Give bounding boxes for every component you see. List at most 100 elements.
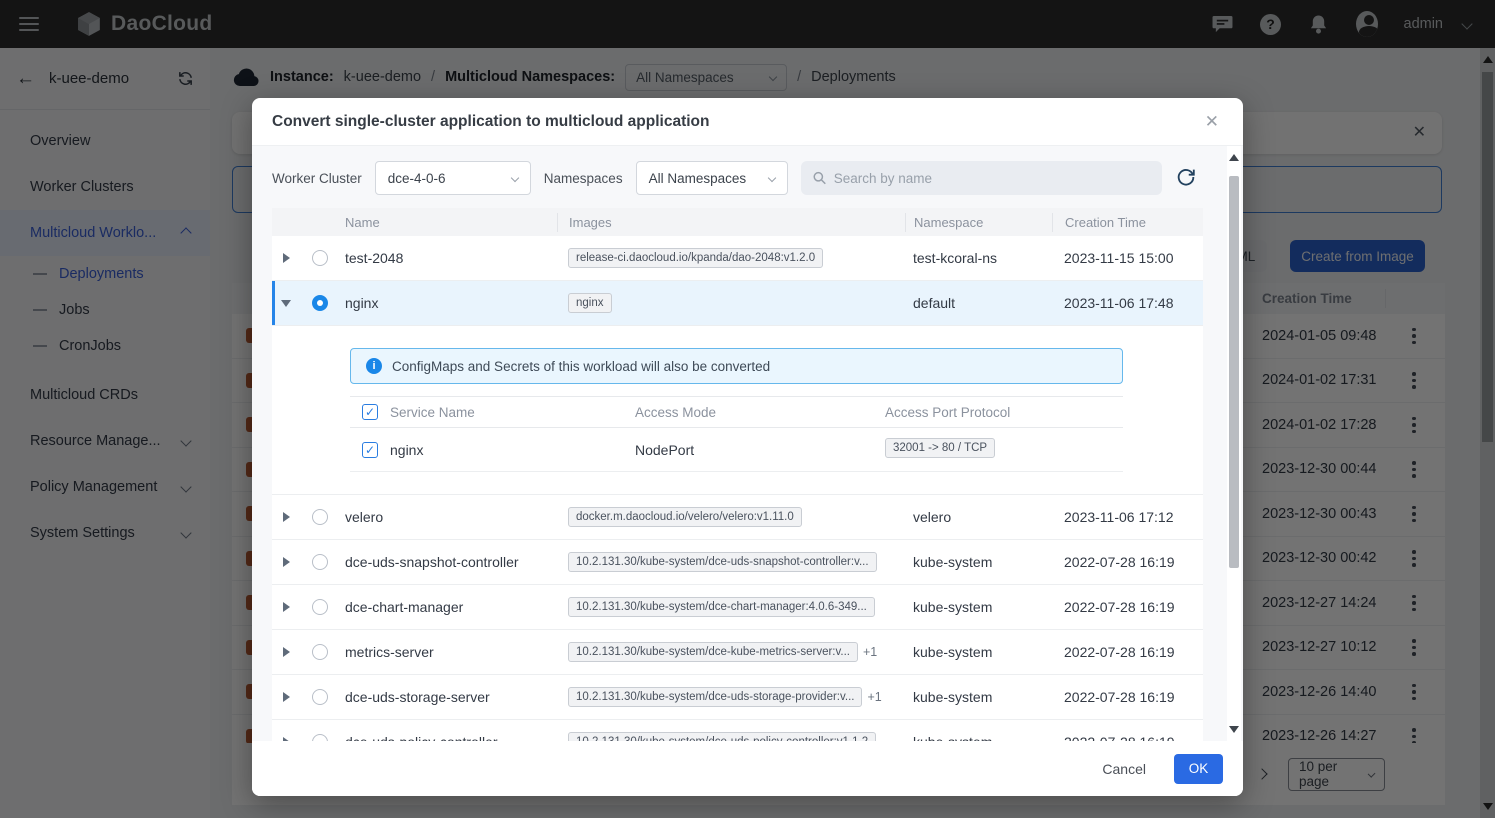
image-chip: 10.2.131.30/kube-system/dce-uds-snapshot…: [568, 552, 877, 572]
modal-filters: Worker Cluster dce-4-0-6 Namespaces All …: [252, 146, 1243, 196]
workload-creation-time: 2023-11-06 17:48: [1052, 295, 1203, 311]
expand-icon[interactable]: [283, 557, 290, 567]
modal-header: Convert single-cluster application to mu…: [252, 98, 1243, 146]
modal-scroll-up-icon[interactable]: [1229, 154, 1239, 161]
workload-row[interactable]: test-2048release-ci.daocloud.io/kpanda/d…: [272, 236, 1203, 281]
select-all-checkbox[interactable]: ✓: [362, 404, 378, 420]
workload-radio[interactable]: [312, 509, 328, 525]
expand-toggle[interactable]: [272, 647, 300, 657]
collapse-icon[interactable]: [281, 300, 291, 307]
workload-row[interactable]: dce-uds-policy-controller10.2.131.30/kub…: [272, 720, 1203, 741]
modal-body: Worker Cluster dce-4-0-6 Namespaces All …: [252, 146, 1243, 741]
expand-icon[interactable]: [283, 647, 290, 657]
workload-images: nginx: [557, 293, 905, 313]
expand-toggle[interactable]: [272, 692, 300, 702]
modal-footer: Cancel OK: [252, 741, 1243, 796]
service-checkbox[interactable]: ✓: [362, 442, 378, 458]
modal-title: Convert single-cluster application to mu…: [272, 113, 710, 131]
info-icon: i: [366, 358, 382, 374]
modal-namespace-selector[interactable]: All Namespaces: [636, 161, 788, 195]
radio-cell[interactable]: [300, 734, 340, 741]
access-mode-header: Access Mode: [635, 405, 885, 420]
workload-name: nginx: [340, 295, 557, 311]
modal-refresh-icon[interactable]: [1175, 166, 1199, 190]
service-name: nginx: [390, 442, 635, 458]
workload-images: 10.2.131.30/kube-system/dce-uds-storage-…: [557, 687, 905, 707]
ok-button[interactable]: OK: [1174, 754, 1223, 784]
port-chip: 32001 -> 80 / TCP: [885, 438, 995, 458]
column-header-creation-time: Creation Time: [1052, 213, 1203, 232]
workload-images: docker.m.daocloud.io/velero/velero:v1.11…: [557, 507, 905, 527]
service-row[interactable]: ✓ nginxNodePort32001 -> 80 / TCP: [350, 428, 1123, 472]
workload-creation-time: 2023-11-06 17:12: [1052, 509, 1203, 525]
workload-table-body: test-2048release-ci.daocloud.io/kpanda/d…: [272, 236, 1203, 741]
service-name-header: Service Name: [390, 405, 635, 420]
modal-scroll-down-icon[interactable]: [1229, 726, 1239, 733]
workload-radio[interactable]: [312, 644, 328, 660]
radio-cell[interactable]: [300, 295, 340, 311]
service-checkbox-cell[interactable]: ✓: [350, 442, 390, 458]
workload-radio[interactable]: [312, 599, 328, 615]
workload-row[interactable]: metrics-server10.2.131.30/kube-system/dc…: [272, 630, 1203, 675]
workload-row[interactable]: velero docker.m.daocloud.io/velero/velero…: [272, 495, 1203, 540]
radio-cell[interactable]: [300, 509, 340, 525]
workload-name: dce-uds-snapshot-controller: [340, 554, 557, 570]
expand-toggle[interactable]: [272, 602, 300, 612]
workload-row[interactable]: dce-chart-manager10.2.131.30/kube-system…: [272, 585, 1203, 630]
expand-icon[interactable]: [283, 253, 290, 263]
modal-scrollbar[interactable]: [1227, 146, 1241, 741]
expand-icon[interactable]: [283, 602, 290, 612]
workload-radio[interactable]: [312, 554, 328, 570]
workload-images: 10.2.131.30/kube-system/dce-chart-manage…: [557, 597, 905, 617]
search-icon: [813, 171, 826, 185]
service-table: ✓ Service NameAccess ModeAccess Port Prot…: [350, 396, 1123, 472]
search-input[interactable]: [834, 171, 1150, 186]
expand-toggle[interactable]: [272, 253, 300, 263]
workload-row[interactable]: nginxnginxdefault2023-11-06 17:48: [272, 281, 1203, 326]
convert-notice: iConfigMaps and Secrets of this workload…: [350, 348, 1123, 384]
expand-toggle[interactable]: [272, 300, 300, 307]
app-root: DaoCloud ? admin ← k-uee-demo OverviewWo…: [0, 0, 1495, 818]
access-port-header: Access Port Protocol: [885, 405, 1123, 420]
workload-radio[interactable]: [312, 250, 328, 266]
expand-toggle[interactable]: [272, 512, 300, 522]
radio-cell[interactable]: [300, 644, 340, 660]
radio-cell[interactable]: [300, 599, 340, 615]
column-header-name: Name: [340, 215, 557, 230]
worker-cluster-caret-icon: [511, 174, 519, 182]
workload-creation-time: 2022-07-28 16:19: [1052, 644, 1203, 660]
radio-cell[interactable]: [300, 554, 340, 570]
image-extra-count: +1: [867, 690, 881, 704]
search-box[interactable]: [801, 161, 1162, 195]
workload-images: 10.2.131.30/kube-system/dce-uds-policy-c…: [557, 732, 905, 741]
workload-radio[interactable]: [312, 295, 328, 311]
worker-cluster-selector[interactable]: dce-4-0-6: [375, 161, 531, 195]
radio-cell[interactable]: [300, 250, 340, 266]
service-select-all-cell[interactable]: ✓: [350, 404, 390, 420]
namespaces-label: Namespaces: [544, 171, 623, 186]
expand-icon[interactable]: [283, 512, 290, 522]
workload-radio[interactable]: [312, 734, 328, 741]
workload-name: dce-uds-storage-server: [340, 689, 557, 705]
workload-radio[interactable]: [312, 689, 328, 705]
workload-namespace: kube-system: [905, 599, 1052, 615]
workload-row[interactable]: dce-uds-snapshot-controller 10.2.131.30/k…: [272, 540, 1203, 585]
expand-icon[interactable]: [283, 692, 290, 702]
workload-creation-time: 2022-07-28 16:19: [1052, 599, 1203, 615]
expand-toggle[interactable]: [272, 557, 300, 567]
convert-modal: Convert single-cluster application to mu…: [252, 98, 1243, 796]
access-mode: NodePort: [635, 442, 885, 458]
workload-creation-time: 2023-11-15 15:00: [1052, 250, 1203, 266]
workload-creation-time: 2022-07-28 16:19: [1052, 554, 1203, 570]
workload-name: velero: [340, 509, 557, 525]
workload-creation-time: 2022-07-28 16:19: [1052, 734, 1203, 741]
image-chip: docker.m.daocloud.io/velero/velero:v1.11…: [568, 507, 802, 527]
modal-scrollbar-thumb[interactable]: [1229, 176, 1239, 568]
column-header-images: Images: [557, 213, 905, 232]
workload-row[interactable]: dce-uds-storage-server10.2.131.30/kube-s…: [272, 675, 1203, 720]
access-port-cell: 32001 -> 80 / TCP: [885, 438, 1123, 461]
workload-images: release-ci.daocloud.io/kpanda/dao-2048:v…: [557, 248, 905, 268]
modal-close-icon[interactable]: ✕: [1201, 112, 1223, 132]
radio-cell[interactable]: [300, 689, 340, 705]
cancel-button[interactable]: Cancel: [1102, 761, 1146, 777]
